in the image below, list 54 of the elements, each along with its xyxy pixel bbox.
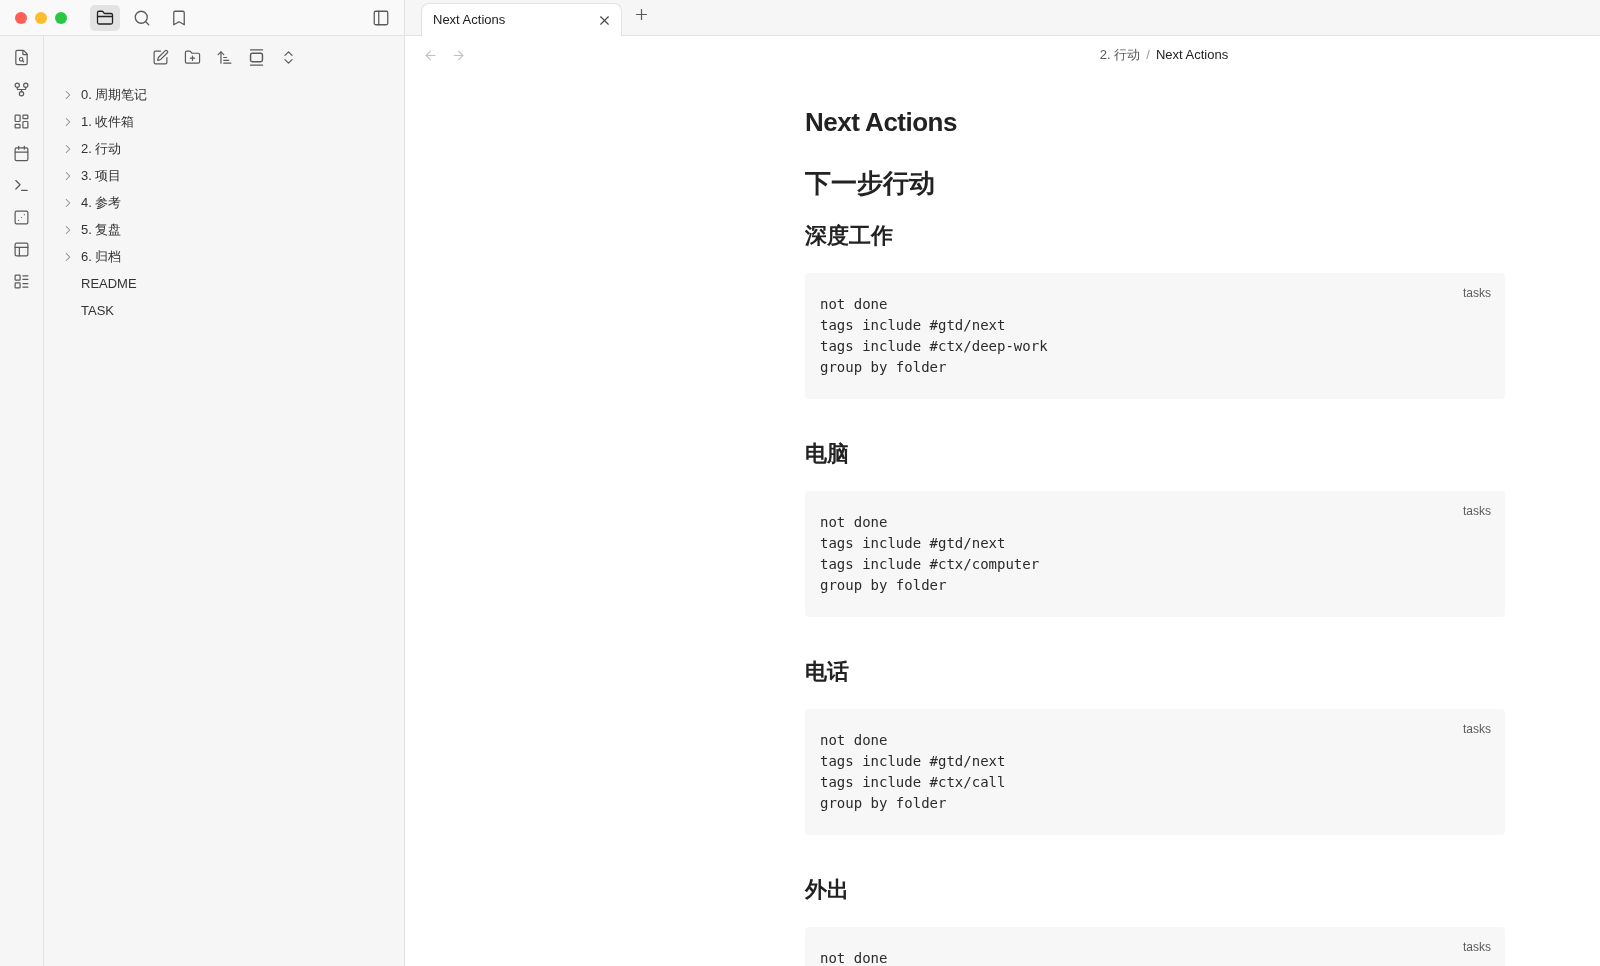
code-line: tags include #ctx/deep-work [820, 337, 1048, 356]
close-window-button[interactable] [15, 11, 27, 24]
language-label: tasks [1463, 722, 1491, 736]
code-line: tags include #gtd/next [820, 316, 1006, 335]
code-line: group by folder [820, 794, 947, 813]
sort-icon [215, 48, 233, 66]
code-line: group by folder [820, 358, 947, 377]
language-label: tasks [1463, 940, 1491, 954]
code-line: not done [820, 731, 888, 750]
breadcrumb-link[interactable]: Next Actions [1155, 45, 1229, 65]
gallery-icon [247, 48, 265, 66]
file-item[interactable]: README [52, 270, 396, 297]
code-line: tags include #gtd/next [820, 534, 1006, 553]
grid-icon [13, 112, 30, 130]
code-line: tags include #gtd/next [820, 752, 1006, 771]
breadcrumb-link[interactable]: 2. 行动 [1099, 45, 1141, 65]
folder-item[interactable]: 5. 复盘 [52, 216, 396, 243]
folder-item[interactable]: 4. 参考 [52, 189, 396, 216]
note-title: Next Actions [805, 106, 958, 139]
heading: 电话 [805, 658, 850, 686]
heading: 下一步行动 [805, 167, 936, 199]
code-line: tags include #ctx/computer [820, 555, 1040, 574]
folder-item[interactable]: 1. 收件箱 [52, 108, 396, 135]
code-line: group by folder [820, 576, 947, 595]
arrow-right-icon [450, 47, 466, 63]
folder-item[interactable]: 0. 周期笔记 [52, 81, 396, 108]
bookmark-icon [170, 8, 188, 27]
file-item[interactable]: TASK [52, 297, 396, 324]
search-icon [133, 8, 151, 27]
code-line: not done [820, 295, 888, 314]
language-label: tasks [1463, 286, 1491, 300]
edit-icon [151, 48, 169, 66]
code-line: tags include #ctx/call [820, 773, 1006, 792]
folder-item[interactable]: 6. 归档 [52, 243, 396, 270]
files-tab[interactable] [90, 4, 120, 31]
folder-plus-icon [183, 48, 201, 66]
folder-item[interactable]: 2. 行动 [52, 135, 396, 162]
language-label: tasks [1463, 504, 1491, 518]
dice-icon [13, 208, 30, 226]
tab[interactable]: Next Actions [421, 3, 622, 36]
folder-item[interactable]: 3. 项目 [52, 162, 396, 189]
heading: 电脑 [805, 440, 850, 468]
list-icon [13, 272, 30, 290]
sidebar-icon [372, 8, 390, 27]
layout-icon [13, 240, 30, 258]
heading: 外出 [805, 876, 850, 904]
folder-icon [96, 8, 114, 27]
calendar-icon [13, 144, 30, 162]
code-line: not done [820, 513, 888, 532]
code-line: not done [820, 949, 888, 966]
file-search-icon [13, 48, 30, 66]
heading: 深度工作 [805, 222, 894, 250]
graph-icon [13, 80, 30, 98]
breadcrumb-separator: / [1146, 46, 1150, 65]
